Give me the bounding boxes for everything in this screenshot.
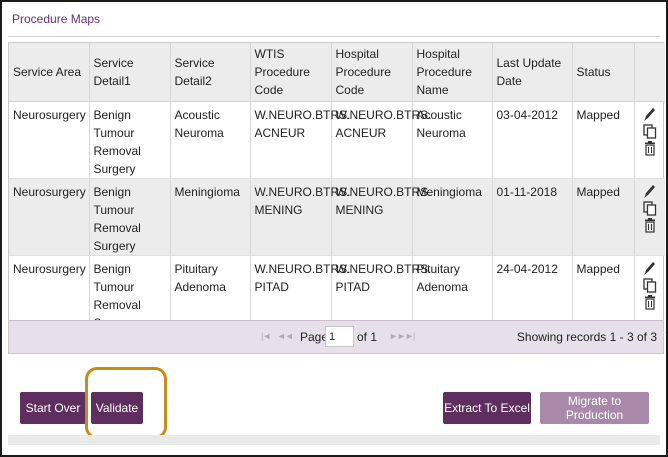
- cell-status: Mapped: [572, 178, 635, 256]
- cell-status: Mapped: [572, 101, 635, 179]
- cell-actions: [634, 101, 665, 179]
- pencil-icon[interactable]: [643, 260, 657, 276]
- page-number-input[interactable]: [325, 326, 354, 347]
- column-header-status[interactable]: Status: [572, 43, 635, 102]
- extract-to-excel-button[interactable]: Extract To Excel: [443, 392, 531, 424]
- prev-page-icon[interactable]: ◄◄: [277, 331, 294, 341]
- pagination-bar: |◄ ◄◄ Page of 1 ►► ►| Showing records 1 …: [9, 320, 663, 353]
- cell-actions: [634, 178, 665, 256]
- cell-service-detail1: Benign Tumour Removal Surgery: [89, 101, 171, 179]
- procedure-maps-grid: Service Area Service Detail1 Service Det…: [8, 42, 665, 354]
- trash-icon[interactable]: [643, 140, 657, 156]
- cell-wtis-code: W.NEURO.BTRS. MENING: [250, 178, 351, 256]
- start-over-button[interactable]: Start Over: [20, 392, 86, 424]
- cell-service-detail1: Benign Tumour Removal Surgery: [89, 178, 171, 256]
- page-count-label: of 1: [357, 330, 378, 344]
- table-row[interactable]: Neurosurgery Benign Tumour Removal Surge…: [9, 101, 665, 179]
- table-header-row: Service Area Service Detail1 Service Det…: [9, 43, 665, 102]
- trash-icon[interactable]: [643, 217, 657, 233]
- panel-title: Procedure Maps: [12, 12, 101, 26]
- cell-hospital-name: Acoustic Neuroma: [412, 101, 493, 179]
- procedure-maps-table: Service Area Service Detail1 Service Det…: [9, 43, 665, 333]
- column-header-actions: [634, 43, 665, 102]
- validate-highlight-box: [85, 367, 167, 439]
- column-header-wtis-code[interactable]: WTIS Procedure Code: [250, 43, 332, 102]
- cell-last-update: 01-11-2018: [492, 178, 573, 256]
- column-header-last-update[interactable]: Last Update Date: [492, 43, 573, 102]
- column-header-service-detail1[interactable]: Service Detail1: [89, 43, 171, 102]
- cell-hospital-code: W.NEURO.BTRS. MENING: [331, 178, 432, 256]
- title-divider: [8, 36, 660, 37]
- next-page-icon[interactable]: ►►: [389, 331, 406, 341]
- cell-service-area: Neurosurgery: [9, 101, 90, 179]
- page-label: Page: [300, 330, 329, 344]
- table-row[interactable]: Neurosurgery Benign Tumour Removal Surge…: [9, 178, 665, 256]
- footer-strip: [8, 435, 660, 445]
- column-header-service-area[interactable]: Service Area: [9, 43, 90, 102]
- column-header-hospital-name[interactable]: Hospital Procedure Name: [412, 43, 493, 102]
- pencil-icon[interactable]: [643, 183, 657, 199]
- cell-hospital-code: W.NEURO.BTRS. ACNEUR: [331, 101, 432, 179]
- records-summary: Showing records 1 - 3 of 3: [516, 330, 657, 344]
- copy-icon[interactable]: [643, 200, 657, 216]
- cell-hospital-name: Meningioma: [412, 178, 493, 256]
- copy-icon[interactable]: [643, 277, 657, 293]
- trash-icon[interactable]: [643, 294, 657, 310]
- cell-service-detail2: Acoustic Neuroma: [170, 101, 251, 179]
- pencil-icon[interactable]: [643, 106, 657, 122]
- copy-icon[interactable]: [643, 123, 657, 139]
- cell-last-update: 03-04-2012: [492, 101, 573, 179]
- cell-wtis-code: W.NEURO.BTRS. ACNEUR: [250, 101, 351, 179]
- cell-service-detail2: Meningioma: [170, 178, 251, 256]
- column-header-hospital-code[interactable]: Hospital Procedure Code: [331, 43, 413, 102]
- first-page-icon[interactable]: |◄: [261, 331, 271, 341]
- last-page-icon[interactable]: ►|: [405, 331, 415, 341]
- column-header-service-detail2[interactable]: Service Detail2: [170, 43, 251, 102]
- procedure-maps-window: Procedure Maps Service Area Service Deta…: [0, 0, 668, 457]
- cell-service-area: Neurosurgery: [9, 178, 90, 256]
- migrate-to-production-button[interactable]: Migrate to Production: [540, 392, 649, 424]
